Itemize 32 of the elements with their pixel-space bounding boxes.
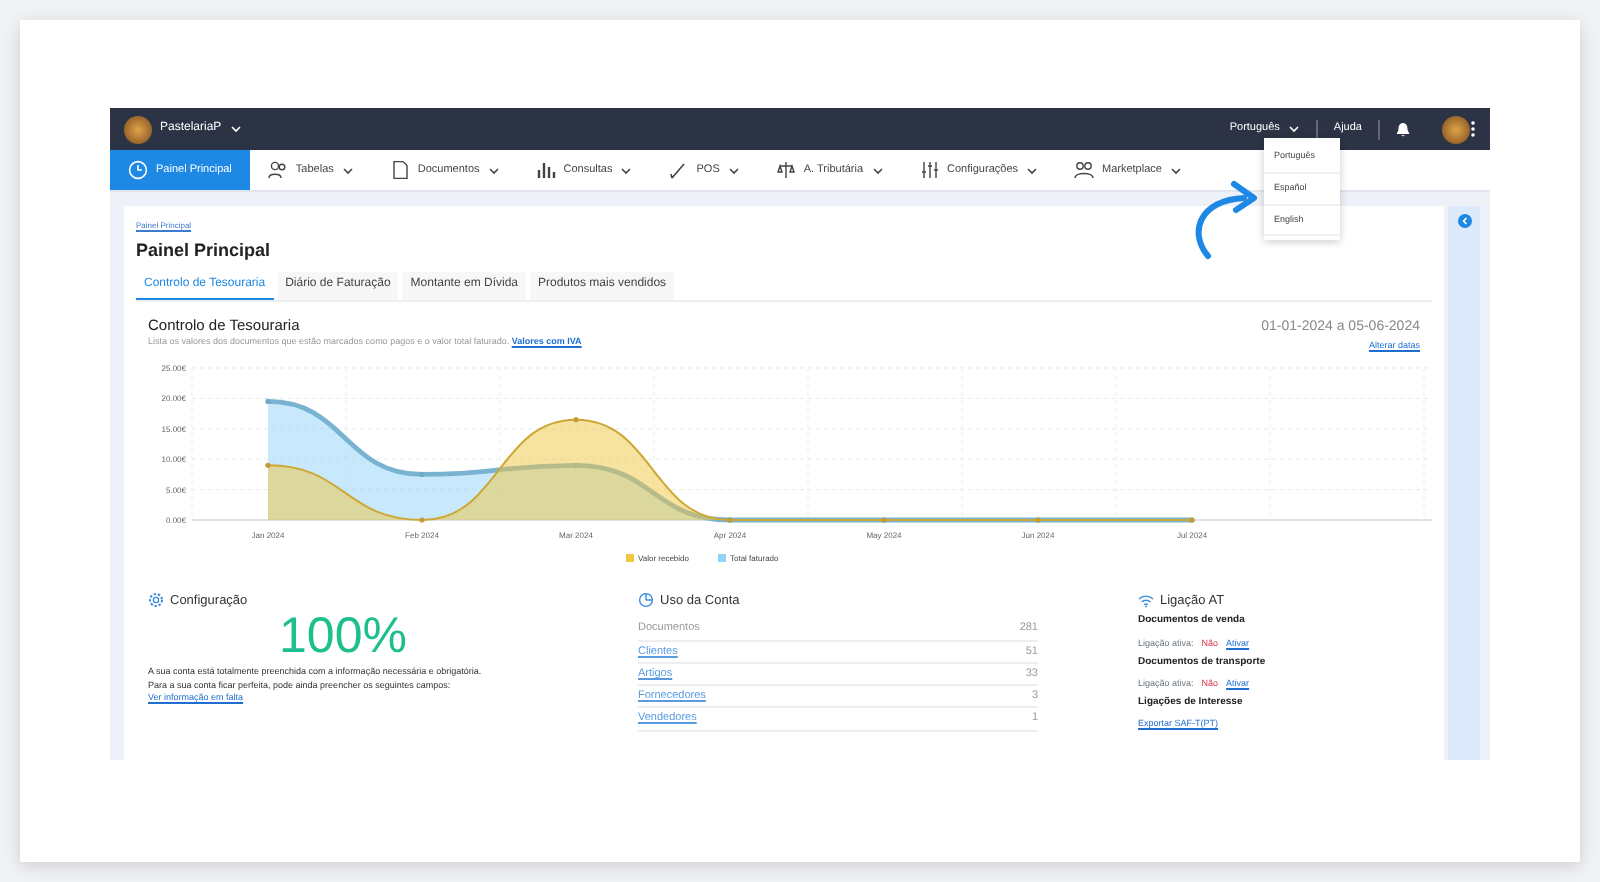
caret-icon bbox=[1169, 165, 1182, 175]
data-point bbox=[419, 516, 425, 522]
kebab-menu-icon bbox=[1470, 120, 1476, 138]
company-logo[interactable] bbox=[124, 115, 152, 143]
user-avatar[interactable] bbox=[1442, 115, 1470, 143]
caret-icon bbox=[229, 124, 242, 134]
caret-icon bbox=[620, 165, 633, 175]
completion-percentage: 100% bbox=[277, 610, 409, 666]
gear-icon bbox=[148, 592, 164, 609]
bar-chart-icon bbox=[535, 160, 556, 180]
data-point bbox=[573, 416, 579, 422]
caret-icon bbox=[1287, 124, 1300, 134]
bell-icon bbox=[1396, 121, 1410, 137]
caret-icon bbox=[871, 165, 884, 175]
data-point bbox=[419, 470, 425, 476]
page-title: Painel Principal bbox=[136, 238, 273, 265]
collapse-icon bbox=[1457, 214, 1471, 228]
data-point bbox=[265, 461, 271, 467]
caret-icon bbox=[1026, 165, 1038, 175]
users-icon bbox=[267, 160, 288, 180]
caret-icon bbox=[727, 165, 740, 175]
people-icon bbox=[1074, 160, 1094, 180]
document-icon bbox=[389, 160, 410, 180]
caret-icon bbox=[341, 165, 354, 175]
sliders-icon bbox=[919, 160, 940, 180]
data-point bbox=[265, 397, 271, 404]
clock-icon bbox=[128, 160, 148, 180]
wifi-icon bbox=[1138, 593, 1154, 608]
caret-icon bbox=[487, 165, 500, 175]
scale-icon bbox=[775, 160, 796, 180]
data-point bbox=[573, 461, 579, 467]
pie-chart-icon bbox=[638, 592, 654, 609]
